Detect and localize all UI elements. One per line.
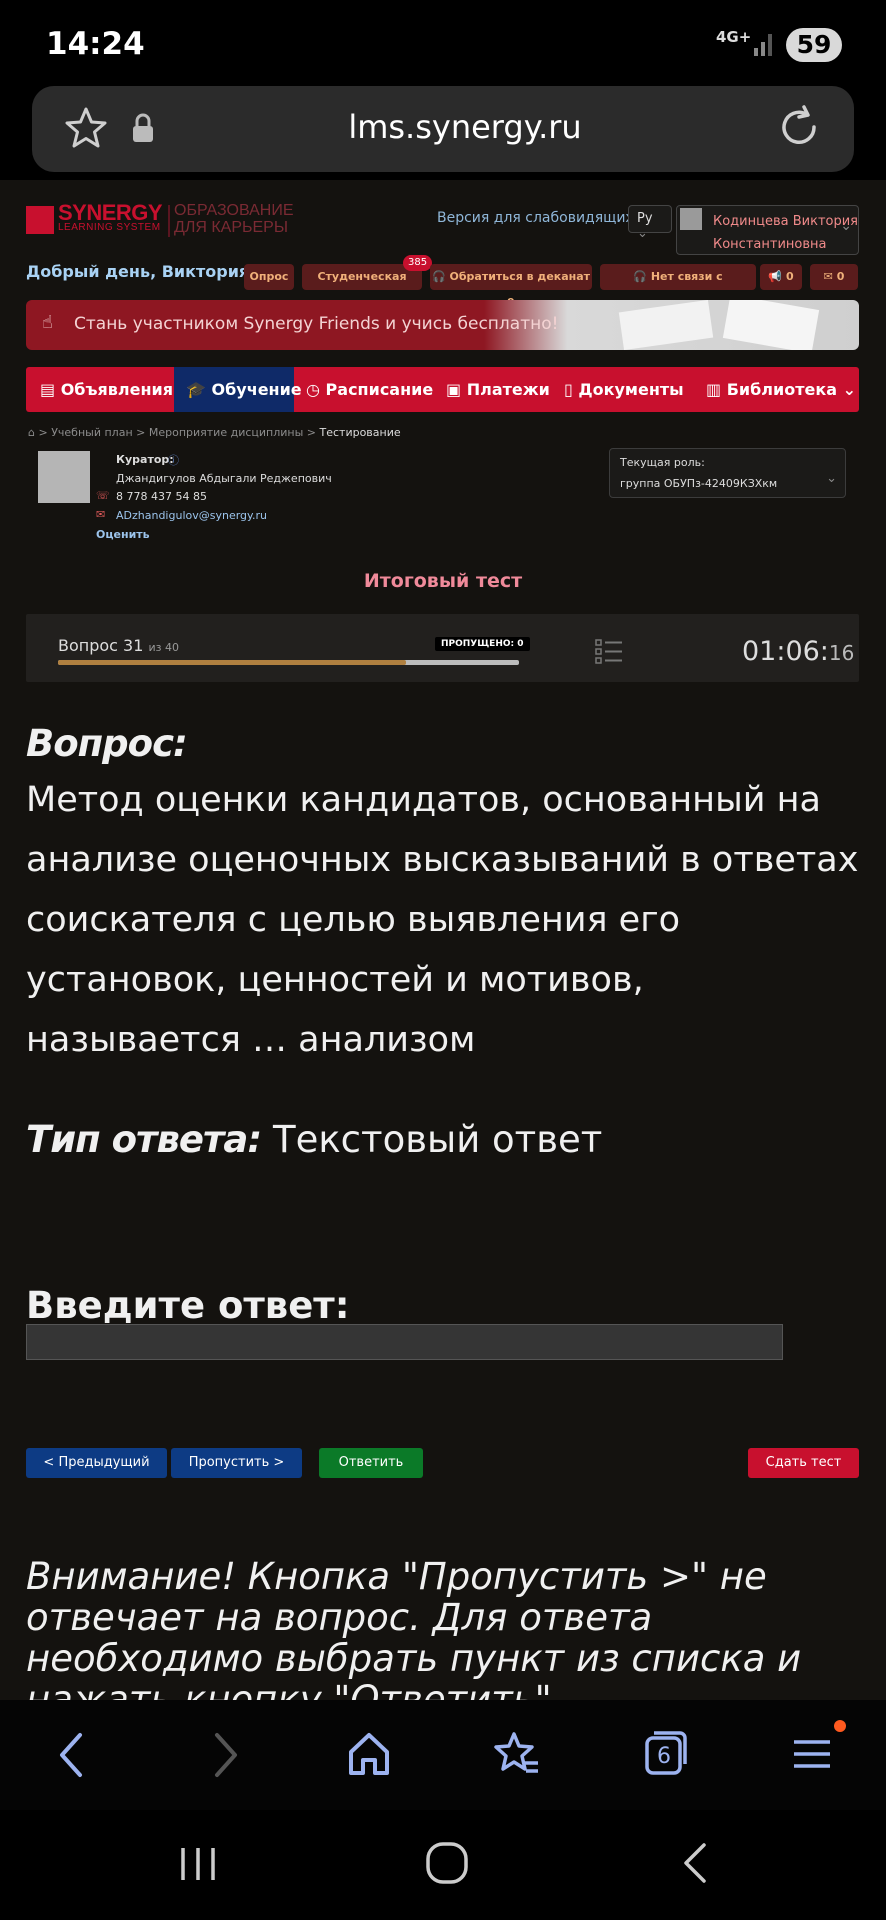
headset-icon: 🎧 — [431, 270, 446, 283]
system-navigation-bar — [0, 1810, 886, 1920]
system-back-icon[interactable] — [676, 1840, 716, 1886]
question-list-icon[interactable] — [595, 637, 623, 665]
graduation-cap-icon: 🎓 — [186, 380, 206, 399]
chevron-down-icon: ⌄ — [637, 226, 648, 241]
breadcrumb-current: Тестирование — [319, 426, 401, 439]
dean-button[interactable]: 🎧 Обратиться в деканат 9 — [430, 264, 592, 309]
role-select[interactable]: Текущая роль: группа ОБУПз-42409КЗХкм ⌄ — [609, 448, 846, 498]
greeting: Добрый день, Виктория! — [26, 262, 257, 281]
browser-toolbar: 6 — [0, 1700, 886, 1810]
menu-icon[interactable] — [792, 1732, 832, 1776]
banner-text: Стань участником Synergy Friends и учись… — [74, 314, 559, 334]
synergy-logo[interactable]: SYNERGY — [58, 202, 163, 224]
banner-card-graphic — [722, 300, 820, 350]
logo-divider — [168, 205, 170, 237]
submit-test-button[interactable]: Сдать тест — [748, 1448, 859, 1478]
lock-icon — [133, 113, 153, 142]
status-bar: 14:24 4G+ 59 — [0, 0, 886, 84]
test-timer: 01:06:16 — [742, 636, 855, 667]
notifications-button[interactable]: 📢 0 — [760, 264, 802, 290]
home-button-icon[interactable] — [424, 1840, 470, 1886]
clock: 14:24 — [46, 26, 145, 62]
forward-arrow-icon[interactable] — [205, 1730, 245, 1780]
answer-input[interactable] — [26, 1324, 783, 1360]
role-value: группа ОБУПз-42409КЗХкм — [620, 477, 778, 490]
user-name: Кодинцева Виктория Константиновна — [713, 214, 858, 252]
nav-announcements[interactable]: ▤ Объявления — [40, 367, 173, 412]
recent-apps-icon[interactable] — [178, 1842, 220, 1884]
tabs-button[interactable]: 6 — [644, 1730, 687, 1775]
nav-library[interactable]: ▥ Библиотека ⌄ — [706, 367, 856, 412]
reload-icon[interactable] — [774, 102, 824, 152]
role-label: Текущая роль: — [620, 456, 705, 469]
answer-prompt: Введите ответ: — [26, 1284, 350, 1327]
curator-email[interactable]: ADzhandigulov@synergy.ru — [116, 509, 267, 522]
mail-icon: ✉ — [96, 508, 106, 521]
home-icon[interactable] — [346, 1730, 392, 1778]
nav-payments[interactable]: ▣ Платежи — [446, 367, 550, 412]
messages-button[interactable]: ✉ 0 — [810, 264, 858, 290]
hand-pointer-icon: ☝ — [42, 312, 53, 333]
document-icon: ▯ — [564, 380, 573, 399]
accessibility-link[interactable]: Версия для слабовидящих 👁 — [437, 210, 656, 226]
chevron-down-icon: ⌄ — [826, 471, 837, 486]
headset-icon: ☏ — [96, 489, 110, 502]
clock-icon: ◷ — [306, 380, 320, 399]
user-menu[interactable]: Кодинцева Виктория Константиновна ⌄ — [676, 205, 859, 255]
student-life-badge: 385 — [403, 255, 433, 271]
question-label: Вопрос: — [26, 722, 188, 765]
breadcrumb-plan[interactable]: Учебный план — [51, 426, 132, 439]
logo-subtitle: LEARNING SYSTEM — [58, 222, 161, 233]
curator-name: Джандигулов Абдыгали Реджепович — [116, 472, 332, 485]
mail-icon: ✉ — [823, 270, 833, 283]
home-icon[interactable]: ⌂ — [28, 426, 35, 439]
nav-schedule[interactable]: ◷ Расписание — [306, 367, 433, 412]
logo-tagline: ОБРАЗОВАНИЕ ДЛЯ КАРЬЕРЫ — [174, 202, 294, 236]
nav-learning[interactable]: 🎓 Обучение — [186, 367, 302, 412]
list-icon: ▤ — [40, 380, 56, 399]
back-arrow-icon[interactable] — [52, 1730, 92, 1780]
headset-icon: 🎧 — [633, 270, 647, 283]
curator-phone[interactable]: 8 778 437 54 85 — [116, 490, 207, 503]
answer-type: Тип ответа: Текстовый ответ — [26, 1118, 603, 1161]
skipped-count: ПРОПУЩЕНО: 0 — [435, 637, 530, 651]
breadcrumb: ⌂ > Учебный план > Мероприятие дисциплин… — [28, 426, 401, 439]
answer-button[interactable]: Ответить — [319, 1448, 423, 1478]
network-type: 4G+ — [716, 28, 752, 46]
progress-fill — [58, 660, 407, 665]
banner-card-graphic — [618, 300, 714, 350]
chevron-down-icon: ⌄ — [842, 380, 856, 399]
tabs-count: 6 — [657, 1744, 671, 1769]
menu-notification-dot — [834, 1720, 846, 1732]
curator-contact-button[interactable]: 🎧 Нет связи с куратором — [600, 264, 756, 309]
curator-label: Куратор: — [116, 453, 174, 466]
rate-curator-link[interactable]: Оценить — [96, 528, 150, 541]
bookmark-star-icon[interactable] — [62, 104, 110, 152]
question-counter: Вопрос 31 из 40 — [58, 636, 180, 655]
chevron-down-icon: ⌄ — [840, 218, 852, 234]
info-icon[interactable]: ⓘ — [168, 452, 179, 468]
breadcrumb-event[interactable]: Мероприятие дисциплины — [149, 426, 303, 439]
warning-clip: Внимание! Кнопка "Пропустить >" не отвеч… — [0, 1540, 886, 1700]
battery-indicator: 59 — [786, 28, 842, 62]
warning-text: Внимание! Кнопка "Пропустить >" не отвеч… — [26, 1555, 802, 1700]
progress-track — [58, 660, 519, 665]
language-select[interactable]: Ру ⌄ — [628, 205, 672, 241]
test-title: Итоговый тест — [363, 570, 523, 592]
megaphone-icon: 📢 — [768, 270, 783, 283]
survey-button[interactable]: Опрос — [244, 264, 294, 290]
book-icon: ▥ — [706, 380, 722, 399]
promo-banner[interactable]: ☝ Стань участником Synergy Friends и учи… — [26, 300, 859, 350]
synergy-logo-mark[interactable] — [26, 206, 54, 234]
previous-button[interactable]: < Предыдущий — [26, 1448, 167, 1478]
bookmarks-icon[interactable] — [492, 1730, 540, 1778]
user-avatar — [680, 208, 702, 230]
url-text[interactable]: lms.synergy.ru — [280, 108, 650, 146]
signal-icon — [754, 34, 772, 56]
curator-avatar — [38, 451, 90, 503]
skip-button[interactable]: Пропустить > — [171, 1448, 302, 1478]
wallet-icon: ▣ — [446, 380, 462, 399]
question-text: Метод оценки кандидатов, основанный на а… — [26, 780, 859, 1060]
nav-documents[interactable]: ▯ Документы — [564, 367, 684, 412]
